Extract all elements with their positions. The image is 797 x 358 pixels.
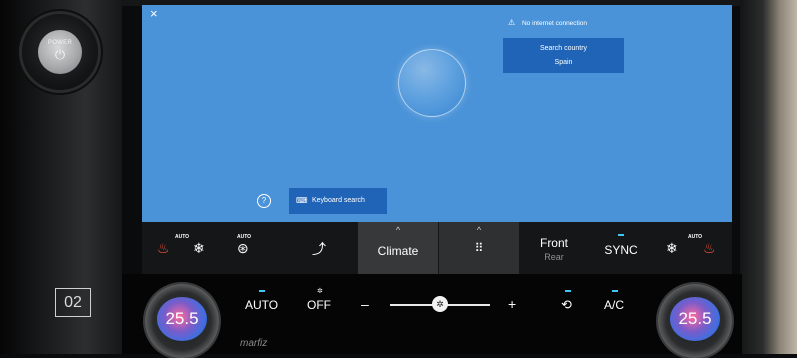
chevron-up-icon: ^ (476, 225, 482, 235)
power-label: POWER (47, 40, 73, 46)
status-text: No internet connection (521, 20, 588, 27)
fan-decrease-button[interactable]: – (361, 296, 369, 312)
power-icon: ⏻ (54, 47, 66, 62)
right-seat-auto-label: AUTO (688, 234, 703, 240)
fan-increase-button[interactable]: + (508, 296, 516, 312)
front-zone-button[interactable]: Front (534, 236, 574, 250)
search-country-button[interactable]: Search country Spain (503, 38, 624, 73)
keyboard-search-label: Keyboard search (312, 197, 365, 204)
right-temperature-knob[interactable]: 25.5 (658, 284, 732, 358)
control-bar: AUTO ♨ ❄ AUTO ⊛ ⤴ ^ Climate ^ ⠿ Front Re… (142, 222, 732, 274)
auto-indicator (259, 290, 265, 292)
fan-icon: ✲ (317, 288, 323, 295)
right-seat-heater-icon[interactable]: ♨ (703, 240, 716, 257)
apps-grid-icon: ⠿ (474, 241, 484, 255)
left-seat-heater-icon[interactable]: ♨ (157, 240, 170, 257)
no-connection-icon: ⚠ (508, 18, 516, 27)
steering-heater-icon[interactable]: ⊛ (237, 240, 249, 257)
search-country-value: Spain (554, 59, 573, 66)
search-country-label: Search country (539, 45, 588, 52)
tab-apps[interactable]: ^ ⠿ (439, 222, 519, 274)
keyboard-icon: ⌨ (296, 196, 308, 205)
voice-assistant-screen: × ⚠ No internet connection Search countr… (142, 5, 732, 222)
right-temperature-display: 25.5 (670, 297, 720, 341)
auto-button[interactable]: AUTO (245, 298, 278, 312)
left-seat-vent-icon[interactable]: ❄ (193, 240, 205, 257)
rear-zone-label[interactable]: Rear (534, 252, 574, 262)
chevron-up-icon: ^ (395, 225, 401, 235)
panel-number-label: 02 (55, 288, 91, 317)
power-button-face[interactable]: POWER ⏻ (38, 30, 82, 74)
recirculation-indicator (565, 290, 571, 292)
tab-climate-label: Climate (377, 244, 419, 258)
recirculation-icon[interactable]: ⟲ (561, 297, 572, 313)
fan-off-button[interactable]: OFF (307, 298, 331, 312)
power-button[interactable]: POWER ⏻ (22, 14, 98, 90)
brand-logo: marfiz (240, 338, 268, 349)
sync-indicator (618, 234, 624, 236)
ac-indicator (612, 290, 618, 292)
left-temperature-display: 25.5 (157, 297, 207, 341)
ac-button[interactable]: A/C (604, 298, 624, 312)
voice-listening-orb (398, 49, 466, 117)
left-temperature-knob[interactable]: 25.5 (145, 284, 219, 358)
tab-climate[interactable]: ^ Climate (358, 222, 438, 274)
airflow-mode-icon[interactable]: ⤴ (312, 239, 326, 259)
connection-status: ⚠ No internet connection (508, 18, 587, 27)
left-seat-auto-label: AUTO (175, 234, 190, 240)
help-icon[interactable]: ? (257, 194, 271, 208)
keyboard-search-button[interactable]: ⌨ Keyboard search (289, 188, 387, 214)
close-icon[interactable]: × (150, 6, 158, 21)
fan-slider-thumb[interactable]: ✲ (432, 296, 448, 312)
right-bezel (740, 0, 797, 354)
sync-button[interactable]: SYNC (603, 243, 639, 257)
right-seat-vent-icon[interactable]: ❄ (666, 240, 678, 257)
